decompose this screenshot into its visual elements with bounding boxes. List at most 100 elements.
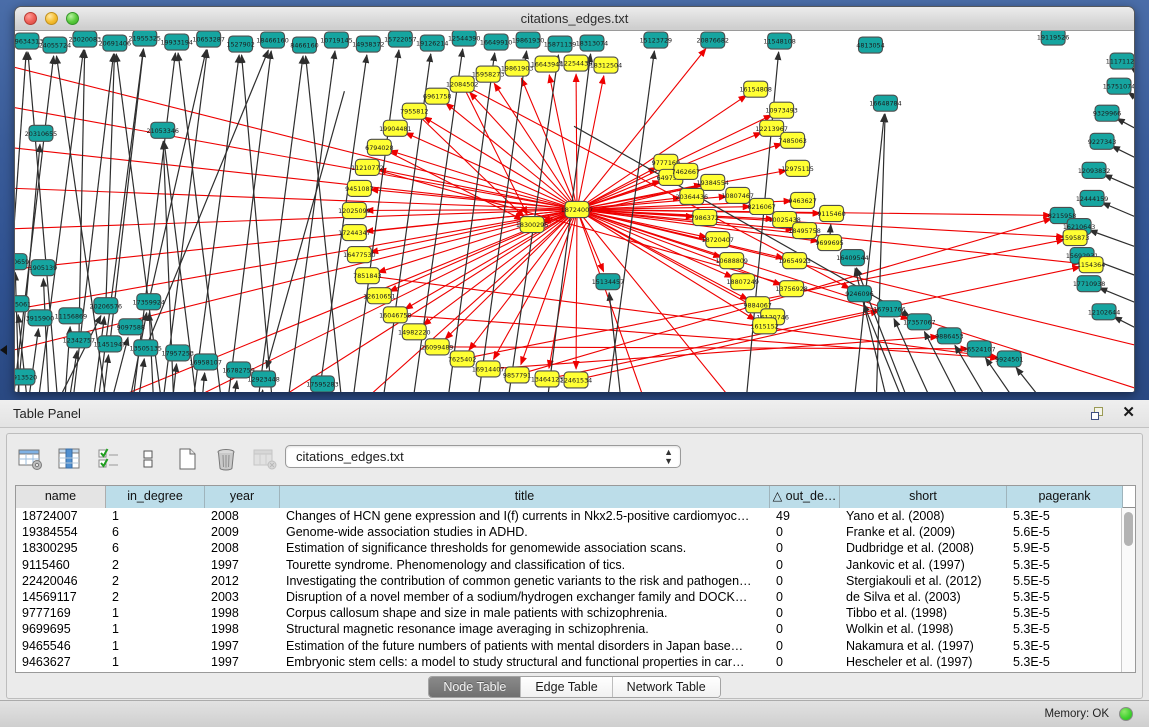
network-node[interactable]: 9227343 — [1088, 133, 1116, 149]
table-row[interactable]: 946362711997Embryonic stem cells: a mode… — [16, 654, 1135, 670]
network-node[interactable]: 1905139 — [29, 260, 57, 276]
network-node[interactable]: 9329966 — [1093, 105, 1121, 121]
network-node[interactable]: 12102644 — [1088, 304, 1120, 320]
network-node[interactable]: 18720407 — [702, 232, 734, 248]
network-node[interactable]: 23020083 — [69, 31, 101, 47]
network-node[interactable]: 20206576 — [90, 298, 122, 314]
network-node[interactable]: 10807467 — [721, 187, 753, 203]
network-node[interactable]: 16648784 — [869, 95, 901, 111]
network-node[interactable]: 8466160 — [290, 37, 318, 53]
network-node[interactable]: 7462667 — [672, 163, 700, 179]
tab-network-table[interactable]: Network Table — [613, 677, 720, 697]
network-node[interactable]: 13505135 — [130, 340, 162, 356]
network-node[interactable]: 19861930 — [512, 32, 544, 48]
network-node[interactable]: 18724007 — [561, 201, 593, 217]
network-node[interactable]: 15751074 — [1103, 78, 1134, 94]
network-node[interactable]: 15134457 — [592, 274, 624, 290]
network-node[interactable]: 12610651 — [363, 288, 395, 304]
network-node[interactable]: 9924501 — [995, 351, 1023, 367]
network-node[interactable]: 3915900 — [26, 310, 54, 326]
network-node[interactable]: 12025099 — [338, 202, 370, 218]
network-node[interactable]: 18807249 — [726, 274, 758, 290]
network-node[interactable]: 16099489 — [421, 339, 453, 355]
network-node[interactable]: 16524107 — [963, 341, 995, 357]
float-panel-icon[interactable] — [1091, 407, 1105, 421]
network-node[interactable]: 14982220 — [398, 324, 430, 340]
network-node[interactable]: 17244347 — [338, 225, 370, 241]
network-node[interactable]: 9699695 — [815, 235, 843, 251]
network-node[interactable]: 15871139 — [544, 36, 576, 52]
network-node[interactable]: 1615152 — [750, 318, 778, 334]
network-node[interactable]: 10653287 — [192, 31, 224, 47]
network-node[interactable]: 11156869 — [55, 308, 87, 324]
network-node[interactable]: 6794028 — [365, 139, 393, 155]
select-columns-icon[interactable] — [95, 445, 123, 473]
network-node[interactable]: 16958107 — [189, 354, 221, 370]
vertical-scrollbar[interactable] — [1121, 508, 1135, 672]
network-node[interactable]: 17359924 — [133, 294, 165, 310]
network-node[interactable]: 7986372 — [691, 209, 719, 225]
network-node[interactable]: 17595283 — [306, 376, 338, 392]
column-header-in_degree[interactable]: in_degree — [106, 486, 205, 508]
network-node[interactable]: 2620659 — [15, 254, 29, 270]
scrollbar-thumb[interactable] — [1124, 512, 1133, 546]
network-node[interactable]: 10688809 — [715, 253, 747, 269]
network-node[interactable]: 11548108 — [763, 33, 795, 49]
network-node[interactable]: 20876682 — [697, 32, 729, 48]
network-node[interactable]: 10719145 — [320, 32, 352, 48]
network-node[interactable]: 19126214 — [416, 35, 448, 51]
network-node[interactable]: 20364436 — [676, 188, 708, 204]
network-node[interactable]: 6961758 — [423, 88, 451, 104]
network-node[interactable]: 21955325 — [129, 31, 161, 46]
network-node[interactable]: 16046758 — [379, 307, 411, 323]
network-node[interactable]: 16791766 — [873, 301, 905, 317]
network-node[interactable]: 1595873 — [1061, 230, 1089, 246]
network-node[interactable]: 9463627 — [788, 192, 816, 208]
column-header-pagerank[interactable]: pagerank — [1007, 486, 1123, 508]
network-node[interactable]: 12444159 — [1076, 190, 1108, 206]
column-visibility-icon[interactable] — [56, 445, 84, 473]
network-node[interactable]: 15123729 — [640, 32, 672, 48]
network-node[interactable]: 16914407 — [472, 361, 504, 377]
network-node[interactable]: 18466160 — [256, 32, 288, 48]
network-node[interactable]: 17357067 — [903, 314, 935, 330]
network-node[interactable]: 8216067 — [747, 198, 775, 214]
network-node[interactable]: 19384554 — [697, 174, 729, 190]
table-row[interactable]: 969969511998Structural magnetic resonanc… — [16, 621, 1135, 637]
network-node[interactable]: 9857791 — [503, 367, 531, 383]
network-graph[interactable]: 1963431324055724230200832069140621955325… — [15, 31, 1134, 392]
table-row[interactable]: 1830029562008Estimation of significance … — [16, 540, 1135, 556]
network-node[interactable]: 1154364 — [1077, 257, 1105, 273]
network-node[interactable]: 17710938 — [1073, 276, 1105, 292]
network-node[interactable]: 18495758 — [788, 223, 820, 239]
network-node[interactable]: 7851843 — [353, 268, 381, 284]
network-view-window[interactable]: citations_edges.txt 19634313240557242302… — [14, 6, 1135, 392]
network-node[interactable]: 9886453 — [935, 328, 963, 344]
network-node[interactable]: 18300295 — [516, 217, 548, 233]
column-header-out_de[interactable]: △ out_de… — [770, 486, 840, 508]
network-node[interactable]: 19933194 — [160, 34, 192, 50]
network-node[interactable]: 20691406 — [99, 35, 131, 51]
network-node[interactable]: 12093832 — [1078, 162, 1110, 178]
network-node[interactable]: 14938372 — [352, 36, 384, 52]
tab-edge-table[interactable]: Edge Table — [521, 677, 612, 697]
network-node[interactable]: 18313074 — [576, 35, 608, 51]
table-row[interactable]: 1456911722003Disruption of a novel membe… — [16, 589, 1135, 605]
network-node[interactable]: 1135061 — [15, 296, 31, 312]
network-node[interactable]: 9246096 — [845, 286, 873, 302]
network-node[interactable]: 19119526 — [1037, 31, 1069, 45]
network-node[interactable]: 24055724 — [39, 37, 71, 53]
network-node[interactable]: 19904481 — [379, 120, 411, 136]
network-node[interactable]: 16649910 — [480, 34, 512, 50]
network-node[interactable]: 11171120 — [1106, 53, 1134, 69]
table-row[interactable]: 1872400712008Changes of HCN gene express… — [16, 508, 1135, 524]
network-node[interactable]: 12342757 — [63, 332, 95, 348]
network-node[interactable]: 9451087 — [345, 180, 373, 196]
network-node[interactable]: 1527902 — [226, 36, 254, 52]
network-node[interactable]: 20310655 — [25, 125, 57, 141]
network-node[interactable]: 7485063 — [778, 132, 806, 148]
column-header-short[interactable]: short — [840, 486, 1007, 508]
column-header-year[interactable]: year — [205, 486, 280, 508]
network-node[interactable]: 19654923 — [778, 253, 810, 269]
close-panel-icon[interactable]: ✕ — [1122, 405, 1135, 421]
